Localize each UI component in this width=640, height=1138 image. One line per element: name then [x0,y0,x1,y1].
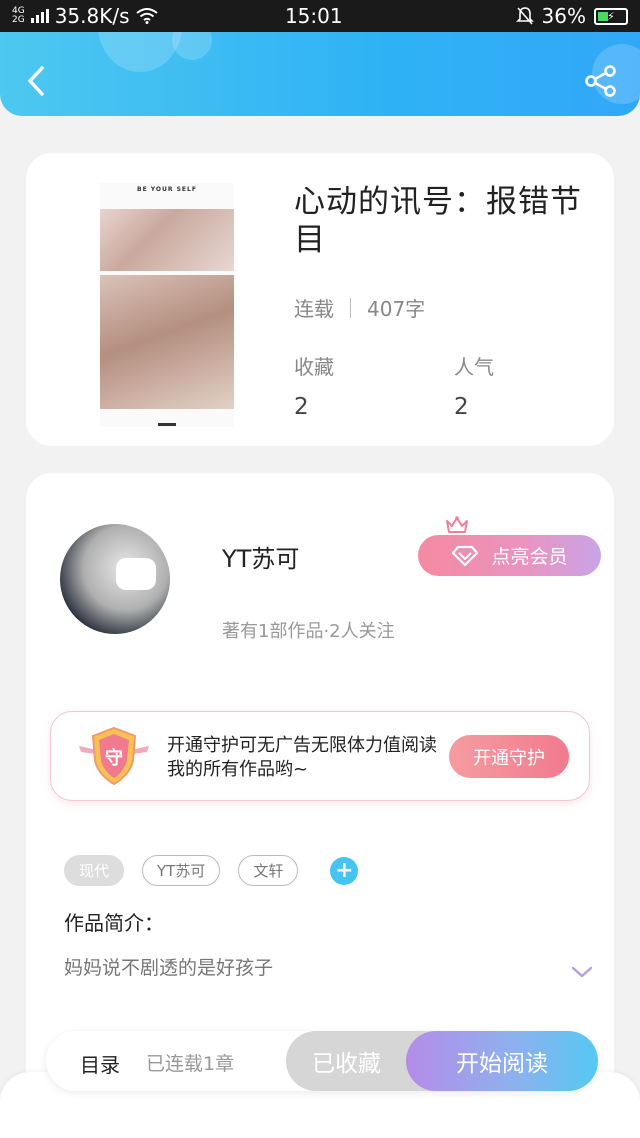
tag-item[interactable]: 文轩 [238,855,299,886]
network-type: 4G 2G [12,6,25,25]
intro-text: 妈妈说不剧透的是好孩子 [64,957,274,979]
chapter-count: 已连载1章 [146,1053,235,1075]
open-guard-button[interactable]: 开通守护 [449,735,569,778]
book-info-card: BE YOUR SELF 心动的讯号：报错节目 连载 407字 收藏 2 人气 … [26,153,614,446]
popularity-label: 人气 [454,355,494,379]
collected-label: 已收藏 [312,1051,381,1077]
book-cover[interactable]: BE YOUR SELF [100,183,234,427]
back-icon[interactable] [22,62,52,100]
battery-icon: ⚡ [594,7,628,25]
vip-button-label: 点亮会员 [491,546,568,568]
status-bar: 4G 2G 35.8K/s 15:01 36% ⚡ [0,0,640,32]
word-count: 407字 [367,297,426,321]
author-name[interactable]: YT苏可 [222,539,299,574]
header: 4G 2G 35.8K/s 15:01 36% ⚡ [0,0,640,116]
cover-photo-top [100,209,234,271]
vip-button[interactable]: 点亮会员 [418,535,601,576]
mute-bell-icon [515,7,534,25]
meta-divider [350,297,351,318]
start-reading-button[interactable]: 开始阅读 [406,1031,598,1091]
collect-stat: 收藏 2 [294,351,334,420]
guard-shield-icon: 守 [79,726,149,786]
tag-item[interactable]: YT苏可 [142,855,221,886]
avatar[interactable] [60,524,170,634]
popularity-value: 2 [454,394,469,420]
status-left: 4G 2G 35.8K/s [12,4,232,28]
collect-value: 2 [294,394,309,420]
share-icon[interactable] [584,64,618,98]
collect-label: 收藏 [294,355,334,379]
cover-photo-bottom [100,275,234,409]
crown-icon [446,516,468,533]
status-time: 15:01 [284,4,343,28]
guard-banner[interactable]: 守 开通守护可无广告无限体力值阅读我的所有作品哟~ 开通守护 [50,711,590,801]
intro-label: 作品简介： [64,911,164,935]
diamond-icon [452,545,479,566]
tag-list: 现代 YT苏可 文轩 + [64,855,359,886]
tag-item[interactable]: 现代 [64,855,125,886]
network-speed: 35.8K/s [54,4,130,28]
battery-percent: 36% [541,4,586,28]
status-right: 36% ⚡ [515,4,628,28]
svg-text:守: 守 [105,747,123,769]
book-status: 连载 [294,297,334,321]
guard-text: 开通守护可无广告无限体力值阅读我的所有作品哟~ [167,735,437,780]
chevron-down-icon[interactable] [570,965,594,979]
popularity-stat: 人气 2 [454,351,494,420]
bottom-action-bar: 目录 已连载1章 已收藏 开始阅读 [46,1031,598,1091]
cover-divider [158,423,176,426]
cover-text: BE YOUR SELF [137,186,197,193]
avatar-mask [116,558,156,590]
wifi-icon [135,8,158,24]
toc-button[interactable]: 目录 [80,1049,120,1078]
author-info: 著有1部作品·2人关注 [222,621,395,642]
start-reading-label: 开始阅读 [456,1051,548,1077]
add-tag-button[interactable]: + [330,856,359,885]
book-meta: 连载 407字 [294,293,425,322]
signal-icon [30,9,49,23]
book-title: 心动的讯号：报错节目 [294,184,582,258]
